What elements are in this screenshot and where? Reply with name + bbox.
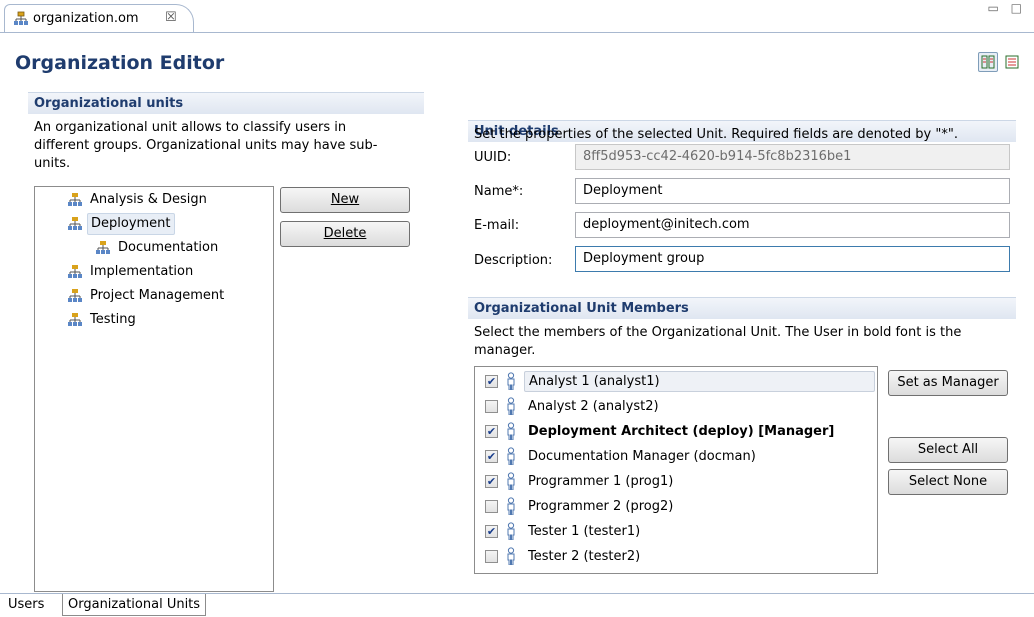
member-checkbox[interactable] xyxy=(485,499,498,513)
user-icon xyxy=(507,372,515,390)
new-button[interactable]: New xyxy=(280,187,410,213)
member-row[interactable]: ✔ Programmer 1 (prog1) xyxy=(477,469,875,493)
member-checkbox[interactable]: ✔ xyxy=(485,424,498,438)
organization-file-icon xyxy=(13,11,29,31)
set-as-manager-button[interactable]: Set as Manager xyxy=(888,370,1008,396)
tree-item-documentation[interactable]: Documentation xyxy=(95,238,221,258)
description-label: Description: xyxy=(474,253,553,268)
member-checkbox[interactable]: ✔ xyxy=(485,374,498,388)
editor-tab[interactable]: organization.om ☒ xyxy=(4,4,194,32)
member-label: Tester 1 (tester1) xyxy=(528,523,641,539)
uuid-label: UUID: xyxy=(474,150,512,165)
user-icon xyxy=(507,522,515,540)
organizational-unit-icon xyxy=(67,289,83,303)
organizational-unit-icon xyxy=(95,241,111,255)
member-checkbox[interactable] xyxy=(485,399,498,413)
member-checkbox[interactable]: ✔ xyxy=(485,449,498,463)
select-none-button[interactable]: Select None xyxy=(888,469,1008,495)
user-icon xyxy=(507,547,515,565)
member-label: Documentation Manager (docman) xyxy=(528,448,756,464)
tab-organizational-units[interactable]: Organizational Units xyxy=(62,594,207,616)
member-checkbox[interactable]: ✔ xyxy=(485,524,498,538)
user-icon xyxy=(507,472,515,490)
tree-item-label: Deployment xyxy=(87,213,175,235)
unit-details-description: Set the properties of the selected Unit.… xyxy=(474,127,958,142)
organizational-unit-icon xyxy=(67,217,83,231)
member-row[interactable]: ✔ Analyst 1 (analyst1) xyxy=(477,369,875,393)
member-label: Deployment Architect (deploy) [Manager] xyxy=(528,423,835,439)
tree-item-testing[interactable]: Testing xyxy=(67,310,139,330)
member-row[interactable]: Tester 2 (tester2) xyxy=(477,544,875,568)
tree-item-label: Project Management xyxy=(90,288,225,303)
user-icon xyxy=(507,497,515,515)
member-row[interactable]: Analyst 2 (analyst2) xyxy=(477,394,875,418)
user-icon xyxy=(507,447,515,465)
name-label: Name*: xyxy=(474,184,524,199)
user-icon xyxy=(507,422,515,440)
close-tab-icon[interactable]: ☒ xyxy=(165,10,177,25)
tree-item-deployment[interactable]: Deployment xyxy=(67,213,175,235)
tree-item-label: Testing xyxy=(90,312,136,327)
description-field[interactable]: Deployment group xyxy=(575,246,1010,272)
columns-layout-icon[interactable] xyxy=(978,52,998,72)
minimize-maximize-icon[interactable]: ▭ □ xyxy=(988,1,1027,15)
tree-item-implementation[interactable]: Implementation xyxy=(67,262,196,282)
tree-item-label: Documentation xyxy=(118,240,219,255)
email-label: E-mail: xyxy=(474,218,520,233)
editor-tab-label: organization.om xyxy=(33,11,139,26)
editor-tab-bar: organization.om ☒ ▭ □ xyxy=(0,0,1034,33)
bottom-tab-bar: Users Organizational Units xyxy=(0,593,1034,617)
name-field[interactable]: Deployment xyxy=(575,178,1010,204)
member-row[interactable]: ✔ Tester 1 (tester1) xyxy=(477,519,875,543)
member-label: Analyst 2 (analyst2) xyxy=(528,398,659,414)
rows-layout-icon[interactable] xyxy=(1002,52,1022,72)
section-header-organizational-units: Organizational units xyxy=(28,92,424,114)
delete-button-label: Delete xyxy=(323,226,367,241)
organizational-units-tree[interactable]: Analysis & Design Deployment Documentati… xyxy=(34,186,274,592)
tree-item-analysis-design[interactable]: Analysis & Design xyxy=(67,190,210,210)
member-row[interactable]: ✔ Documentation Manager (docman) xyxy=(477,444,875,468)
member-row[interactable]: Programmer 2 (prog2) xyxy=(477,494,875,518)
organizational-unit-icon xyxy=(67,313,83,327)
delete-button[interactable]: Delete xyxy=(280,221,410,247)
select-all-button[interactable]: Select All xyxy=(888,437,1008,463)
organizational-unit-icon xyxy=(67,193,83,207)
member-label: Programmer 1 (prog1) xyxy=(528,473,674,489)
tree-item-project-management[interactable]: Project Management xyxy=(67,286,227,306)
member-label: Programmer 2 (prog2) xyxy=(528,498,674,514)
page-title: Organization Editor xyxy=(15,52,225,74)
tree-item-label: Analysis & Design xyxy=(90,192,207,207)
members-list[interactable]: ✔ Analyst 1 (analyst1) Analyst 2 (analys… xyxy=(474,366,878,574)
member-checkbox[interactable] xyxy=(485,549,498,563)
user-icon xyxy=(507,397,515,415)
new-button-label: New xyxy=(330,192,360,207)
member-label: Analyst 1 (analyst1) xyxy=(524,370,875,392)
tab-users[interactable]: Users xyxy=(3,594,49,616)
tree-item-label: Implementation xyxy=(90,264,194,279)
organizational-units-description: An organizational unit allows to classif… xyxy=(34,120,378,171)
organizational-unit-icon xyxy=(67,265,83,279)
section-header-unit-members: Organizational Unit Members xyxy=(468,297,1016,319)
member-checkbox[interactable]: ✔ xyxy=(485,474,498,488)
member-label: Tester 2 (tester2) xyxy=(528,548,641,564)
email-field[interactable]: deployment@initech.com xyxy=(575,212,1010,238)
member-row[interactable]: ✔ Deployment Architect (deploy) [Manager… xyxy=(477,419,875,443)
unit-members-description: Select the members of the Organizational… xyxy=(474,325,962,358)
uuid-field: 8ff5d953-cc42-4620-b914-5fc8b2316be1 xyxy=(575,144,1010,170)
